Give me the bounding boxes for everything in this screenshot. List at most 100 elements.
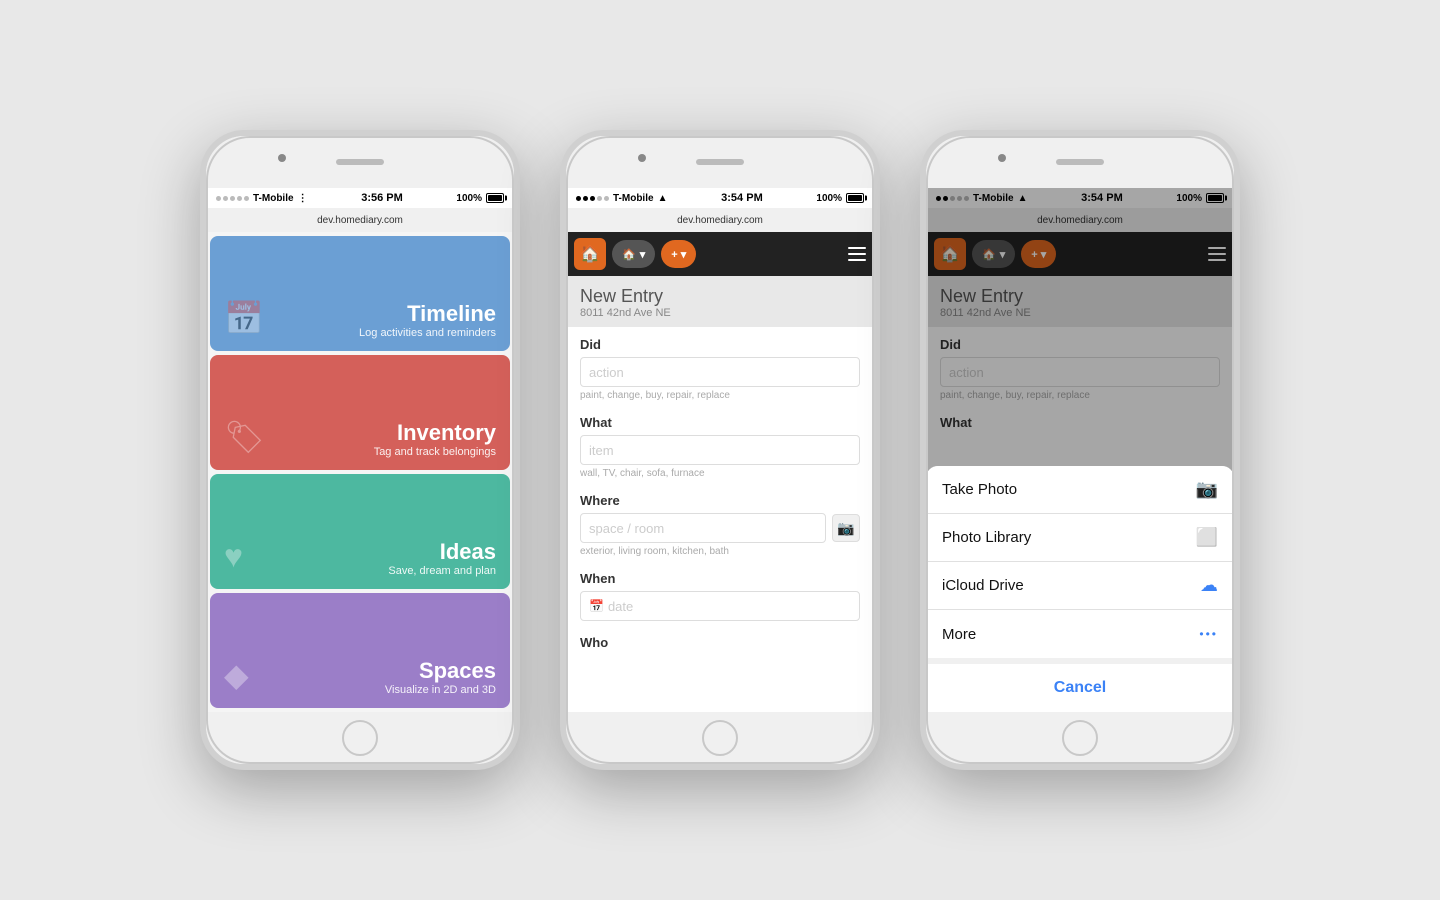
form-title-2: New Entry bbox=[580, 286, 860, 307]
ideas-icon: ♥ bbox=[224, 538, 243, 575]
camera-1 bbox=[278, 154, 286, 162]
camera-3 bbox=[998, 154, 1006, 162]
hamburger-2[interactable] bbox=[848, 247, 866, 261]
signal-dot bbox=[223, 196, 228, 201]
status-bar-2: T-Mobile ▲ 3:54 PM 100% bbox=[566, 188, 874, 208]
home-icon: 🏠 bbox=[622, 248, 636, 261]
tile-inventory[interactable]: 🏷 Inventory Tag and track belongings bbox=[210, 355, 510, 470]
signal-dot bbox=[590, 196, 595, 201]
timeline-icon: 📅 bbox=[224, 299, 264, 337]
camera-btn[interactable]: 📷 bbox=[832, 514, 860, 542]
status-right-2: 100% bbox=[816, 193, 864, 204]
home-btn-2[interactable]: 🏠 ▾ bbox=[612, 240, 655, 268]
cancel-label: Cancel bbox=[1054, 679, 1106, 697]
did-label: Did bbox=[580, 337, 860, 352]
time-2: 3:54 PM bbox=[721, 192, 763, 204]
action-more[interactable]: More ••• bbox=[926, 610, 1234, 658]
hamburger-line bbox=[848, 259, 866, 261]
battery-fill-1 bbox=[488, 195, 502, 201]
what-section: What item wall, TV, chair, sofa, furnace bbox=[566, 405, 874, 483]
app-header-2: 🏠 🏠 ▾ + ▾ bbox=[566, 232, 874, 276]
carrier-2: T-Mobile bbox=[613, 193, 654, 204]
add-label: + ▾ bbox=[671, 248, 686, 261]
camera-icon: 📷 bbox=[1196, 479, 1218, 500]
inventory-title: Inventory bbox=[397, 420, 496, 446]
signal-dot bbox=[604, 196, 609, 201]
status-bar-1: T-Mobile ⋮ 3:56 PM 100% bbox=[206, 188, 514, 208]
address-bar-1: dev.homediary.com bbox=[206, 208, 514, 232]
form-header-2: New Entry 8011 42nd Ave NE bbox=[566, 276, 874, 327]
where-hint: exterior, living room, kitchen, bath bbox=[580, 546, 860, 557]
when-input[interactable]: 📅 date bbox=[580, 591, 860, 621]
what-placeholder: item bbox=[589, 443, 614, 458]
camera-2 bbox=[638, 154, 646, 162]
icloud-drive-label: iCloud Drive bbox=[942, 577, 1024, 594]
screen-2: T-Mobile ▲ 3:54 PM 100% dev.homediary.co… bbox=[566, 188, 874, 712]
signal-dot bbox=[216, 196, 221, 201]
menu-screen: 📅 Timeline Log activities and reminders … bbox=[206, 232, 514, 712]
cancel-btn[interactable]: Cancel bbox=[926, 664, 1234, 712]
where-section: Where space / room 📷 exterior, living ro… bbox=[566, 483, 874, 561]
tile-ideas[interactable]: ♥ Ideas Save, dream and plan bbox=[210, 474, 510, 589]
where-input[interactable]: space / room bbox=[580, 513, 826, 543]
home-button-3[interactable] bbox=[1062, 720, 1098, 756]
icloud-icon: ☁ bbox=[1200, 575, 1218, 596]
wifi-icon-2: ▲ bbox=[658, 193, 668, 204]
signal-dot bbox=[576, 196, 581, 201]
action-take-photo[interactable]: Take Photo 📷 bbox=[926, 466, 1234, 514]
photo-library-icon: ⬜ bbox=[1196, 527, 1218, 548]
did-input[interactable]: action bbox=[580, 357, 860, 387]
battery-pct-1: 100% bbox=[456, 193, 482, 204]
url-1: dev.homediary.com bbox=[317, 215, 403, 226]
speaker-2 bbox=[696, 159, 744, 165]
inventory-icon: 🏷 bbox=[224, 418, 265, 456]
what-hint: wall, TV, chair, sofa, furnace bbox=[580, 468, 860, 479]
add-btn-2[interactable]: + ▾ bbox=[661, 240, 696, 268]
action-icloud-drive[interactable]: iCloud Drive ☁ bbox=[926, 562, 1234, 610]
what-label: What bbox=[580, 415, 860, 430]
url-2: dev.homediary.com bbox=[677, 215, 763, 226]
speaker-3 bbox=[1056, 159, 1104, 165]
time-1: 3:56 PM bbox=[361, 192, 403, 204]
signal-dot bbox=[244, 196, 249, 201]
battery-icon-1 bbox=[486, 193, 504, 203]
who-label: Who bbox=[580, 635, 860, 650]
battery-pct-2: 100% bbox=[816, 193, 842, 204]
signal-dot bbox=[230, 196, 235, 201]
phone-3: T-Mobile ▲ 3:54 PM 100% dev.homediary.co… bbox=[920, 130, 1240, 770]
where-input-row: space / room 📷 bbox=[580, 513, 860, 543]
did-hint: paint, change, buy, repair, replace bbox=[580, 390, 860, 401]
more-icon: ••• bbox=[1199, 627, 1218, 641]
more-label: More bbox=[942, 626, 976, 643]
status-right-1: 100% bbox=[456, 193, 504, 204]
phone-bottom-1 bbox=[206, 712, 514, 764]
speaker-1 bbox=[336, 159, 384, 165]
when-placeholder: date bbox=[608, 599, 633, 614]
who-section: Who bbox=[566, 625, 874, 659]
overlay: Take Photo 📷 Photo Library ⬜ iCloud Driv… bbox=[926, 188, 1234, 712]
battery-icon-2 bbox=[846, 193, 864, 203]
signal-dot bbox=[583, 196, 588, 201]
timeline-title: Timeline bbox=[407, 301, 496, 327]
hamburger-line bbox=[848, 247, 866, 249]
action-sheet: Take Photo 📷 Photo Library ⬜ iCloud Driv… bbox=[926, 466, 1234, 712]
tile-spaces[interactable]: ◆ Spaces Visualize in 2D and 3D bbox=[210, 593, 510, 708]
home-button-1[interactable] bbox=[342, 720, 378, 756]
what-input[interactable]: item bbox=[580, 435, 860, 465]
carrier-1: T-Mobile bbox=[253, 193, 294, 204]
spaces-icon: ◆ bbox=[224, 656, 249, 694]
wifi-icon-1: ⋮ bbox=[298, 193, 308, 204]
take-photo-label: Take Photo bbox=[942, 481, 1017, 498]
status-left-2: T-Mobile ▲ bbox=[576, 193, 667, 204]
tile-timeline[interactable]: 📅 Timeline Log activities and reminders bbox=[210, 236, 510, 351]
phone-bottom-3 bbox=[926, 712, 1234, 764]
status-left-1: T-Mobile ⋮ bbox=[216, 193, 308, 204]
home-button-2[interactable] bbox=[702, 720, 738, 756]
action-photo-library[interactable]: Photo Library ⬜ bbox=[926, 514, 1234, 562]
scene: T-Mobile ⋮ 3:56 PM 100% dev.homediary.co… bbox=[0, 0, 1440, 900]
phone-top-1 bbox=[206, 136, 514, 188]
form-screen-2: New Entry 8011 42nd Ave NE Did action pa… bbox=[566, 276, 874, 712]
where-label: Where bbox=[580, 493, 860, 508]
signal-2 bbox=[576, 196, 609, 201]
when-section: When 📅 date bbox=[566, 561, 874, 625]
